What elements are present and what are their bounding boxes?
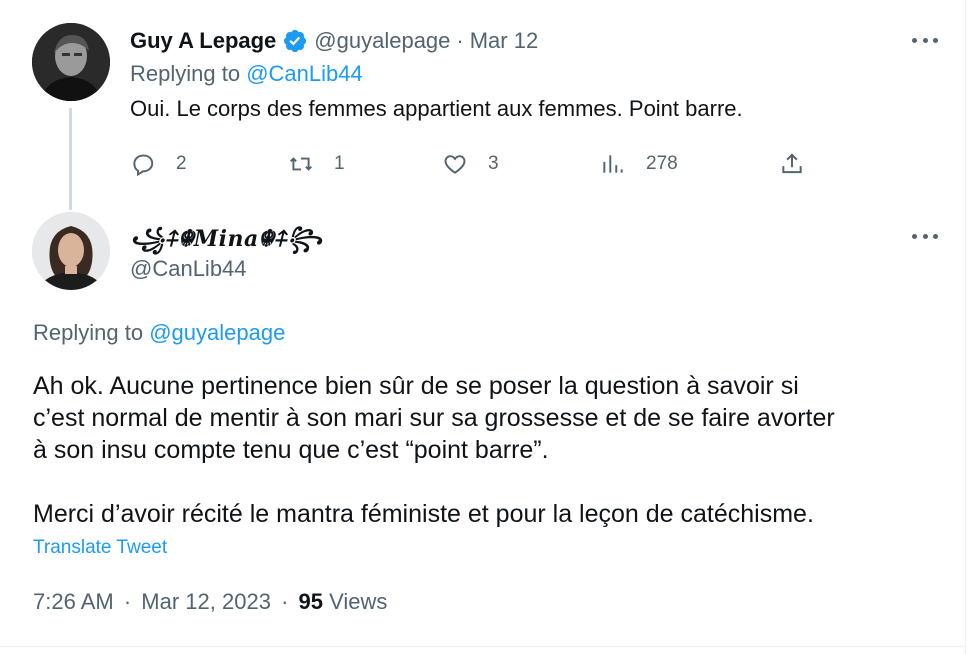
author-handle[interactable]: @CanLib44: [130, 256, 247, 282]
tweet-full-date[interactable]: Mar 12, 2023: [141, 589, 271, 614]
replying-prefix: Replying to: [130, 61, 241, 86]
tweet-paragraph-2: Merci d’avoir récité le mantra féministe…: [33, 500, 814, 528]
translate-tweet-link[interactable]: Translate Tweet: [33, 537, 167, 559]
share-button[interactable]: [779, 146, 805, 182]
meta-separator: ·: [281, 589, 289, 614]
analytics-bar-icon: [603, 155, 623, 173]
like-count: 3: [488, 153, 499, 174]
tweet-line: Ah ok. Aucune pertinence bien sûr de se …: [33, 372, 799, 400]
replying-to: Replying to @guyalepage: [33, 320, 285, 346]
tweet-line: à son insu compte tenu que c’est “point …: [33, 436, 549, 464]
like-heart-icon: [444, 155, 466, 174]
views-count[interactable]: 95: [299, 589, 323, 614]
header-separator: ·: [456, 28, 464, 53]
reply-button[interactable]: 2: [130, 146, 187, 182]
tweet1-header: Guy A Lepage @guyalepage · Mar 12: [130, 26, 538, 56]
author-name[interactable]: Guy A Lepage: [130, 28, 276, 54]
more-options-icon[interactable]: [912, 231, 938, 241]
replying-to-handle[interactable]: @guyalepage: [149, 320, 285, 345]
tweet-time[interactable]: 7:26 AM: [33, 589, 114, 614]
avatar-portrait-icon: [32, 212, 110, 290]
reply-icon: [133, 154, 154, 177]
share-upload-icon: [782, 153, 802, 174]
tweet-date[interactable]: Mar 12: [470, 28, 538, 54]
views-count: 278: [646, 153, 678, 174]
tweet-paragraph-1: Ah ok. Aucune pertinence bien sûr de se …: [33, 370, 953, 466]
avatar-portrait-icon: [32, 23, 110, 101]
replying-to-handle[interactable]: @CanLib44: [246, 61, 363, 86]
like-button[interactable]: 3: [442, 146, 499, 182]
reply-count: 2: [176, 153, 187, 174]
divider: [0, 646, 965, 647]
meta-separator: ·: [123, 589, 132, 614]
replying-to: Replying to @CanLib44: [130, 61, 363, 87]
tweet-line: c’est normal de mentir à son mari sur sa…: [33, 404, 835, 432]
views-label: Views: [329, 589, 388, 614]
column-border: [965, 0, 966, 654]
tweet-actions-bar: 2 1 3 278: [130, 146, 810, 182]
verified-badge-icon: [284, 29, 307, 53]
tweet-metadata: 7:26 AM · Mar 12, 2023 · 95 Views: [33, 589, 387, 615]
avatar-mina[interactable]: [32, 212, 110, 290]
retweet-button[interactable]: 1: [288, 146, 345, 182]
more-options-icon[interactable]: [912, 35, 938, 45]
retweet-icon: [290, 157, 312, 171]
author-handle[interactable]: @guyalepage: [314, 28, 450, 54]
tweet-body: Ah ok. Aucune pertinence bien sûr de se …: [33, 370, 953, 530]
retweet-count: 1: [334, 153, 345, 174]
avatar-guy-a-lepage[interactable]: [32, 23, 110, 101]
tweet-text: Oui. Le corps des femmes appartient aux …: [130, 96, 743, 121]
replying-prefix: Replying to: [33, 320, 144, 345]
thread-connector-line: [69, 108, 72, 210]
views-analytics-button[interactable]: 278: [600, 146, 678, 182]
